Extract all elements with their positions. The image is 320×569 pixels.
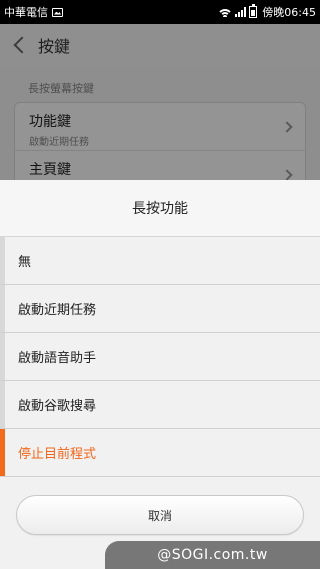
status-icons: 傍晚06:45 (218, 4, 316, 20)
carrier-name: 中華電信 (4, 6, 48, 19)
watermark: @SOGI.com.tw (105, 541, 320, 569)
dialog-title: 長按功能 (0, 180, 320, 237)
cancel-area: 取消 (0, 477, 320, 535)
battery-icon (249, 4, 258, 18)
wifi-icon (218, 7, 233, 17)
option-google-search[interactable]: 啟動谷歌搜尋 (0, 381, 320, 429)
status-bar: 中華電信 傍晚06:45 (0, 0, 320, 24)
option-voice-assistant[interactable]: 啟動語音助手 (0, 333, 320, 381)
image-icon (52, 7, 63, 17)
long-press-dialog: 長按功能 無 啟動近期任務 啟動語音助手 啟動谷歌搜尋 停止目前程式 取消 (0, 180, 320, 569)
signal-icon (235, 7, 247, 17)
option-stop-current-app[interactable]: 停止目前程式 (0, 429, 320, 477)
option-recent-tasks[interactable]: 啟動近期任務 (0, 285, 320, 333)
option-none[interactable]: 無 (0, 237, 320, 285)
clock: 傍晚06:45 (262, 6, 316, 19)
cancel-button[interactable]: 取消 (16, 495, 304, 535)
